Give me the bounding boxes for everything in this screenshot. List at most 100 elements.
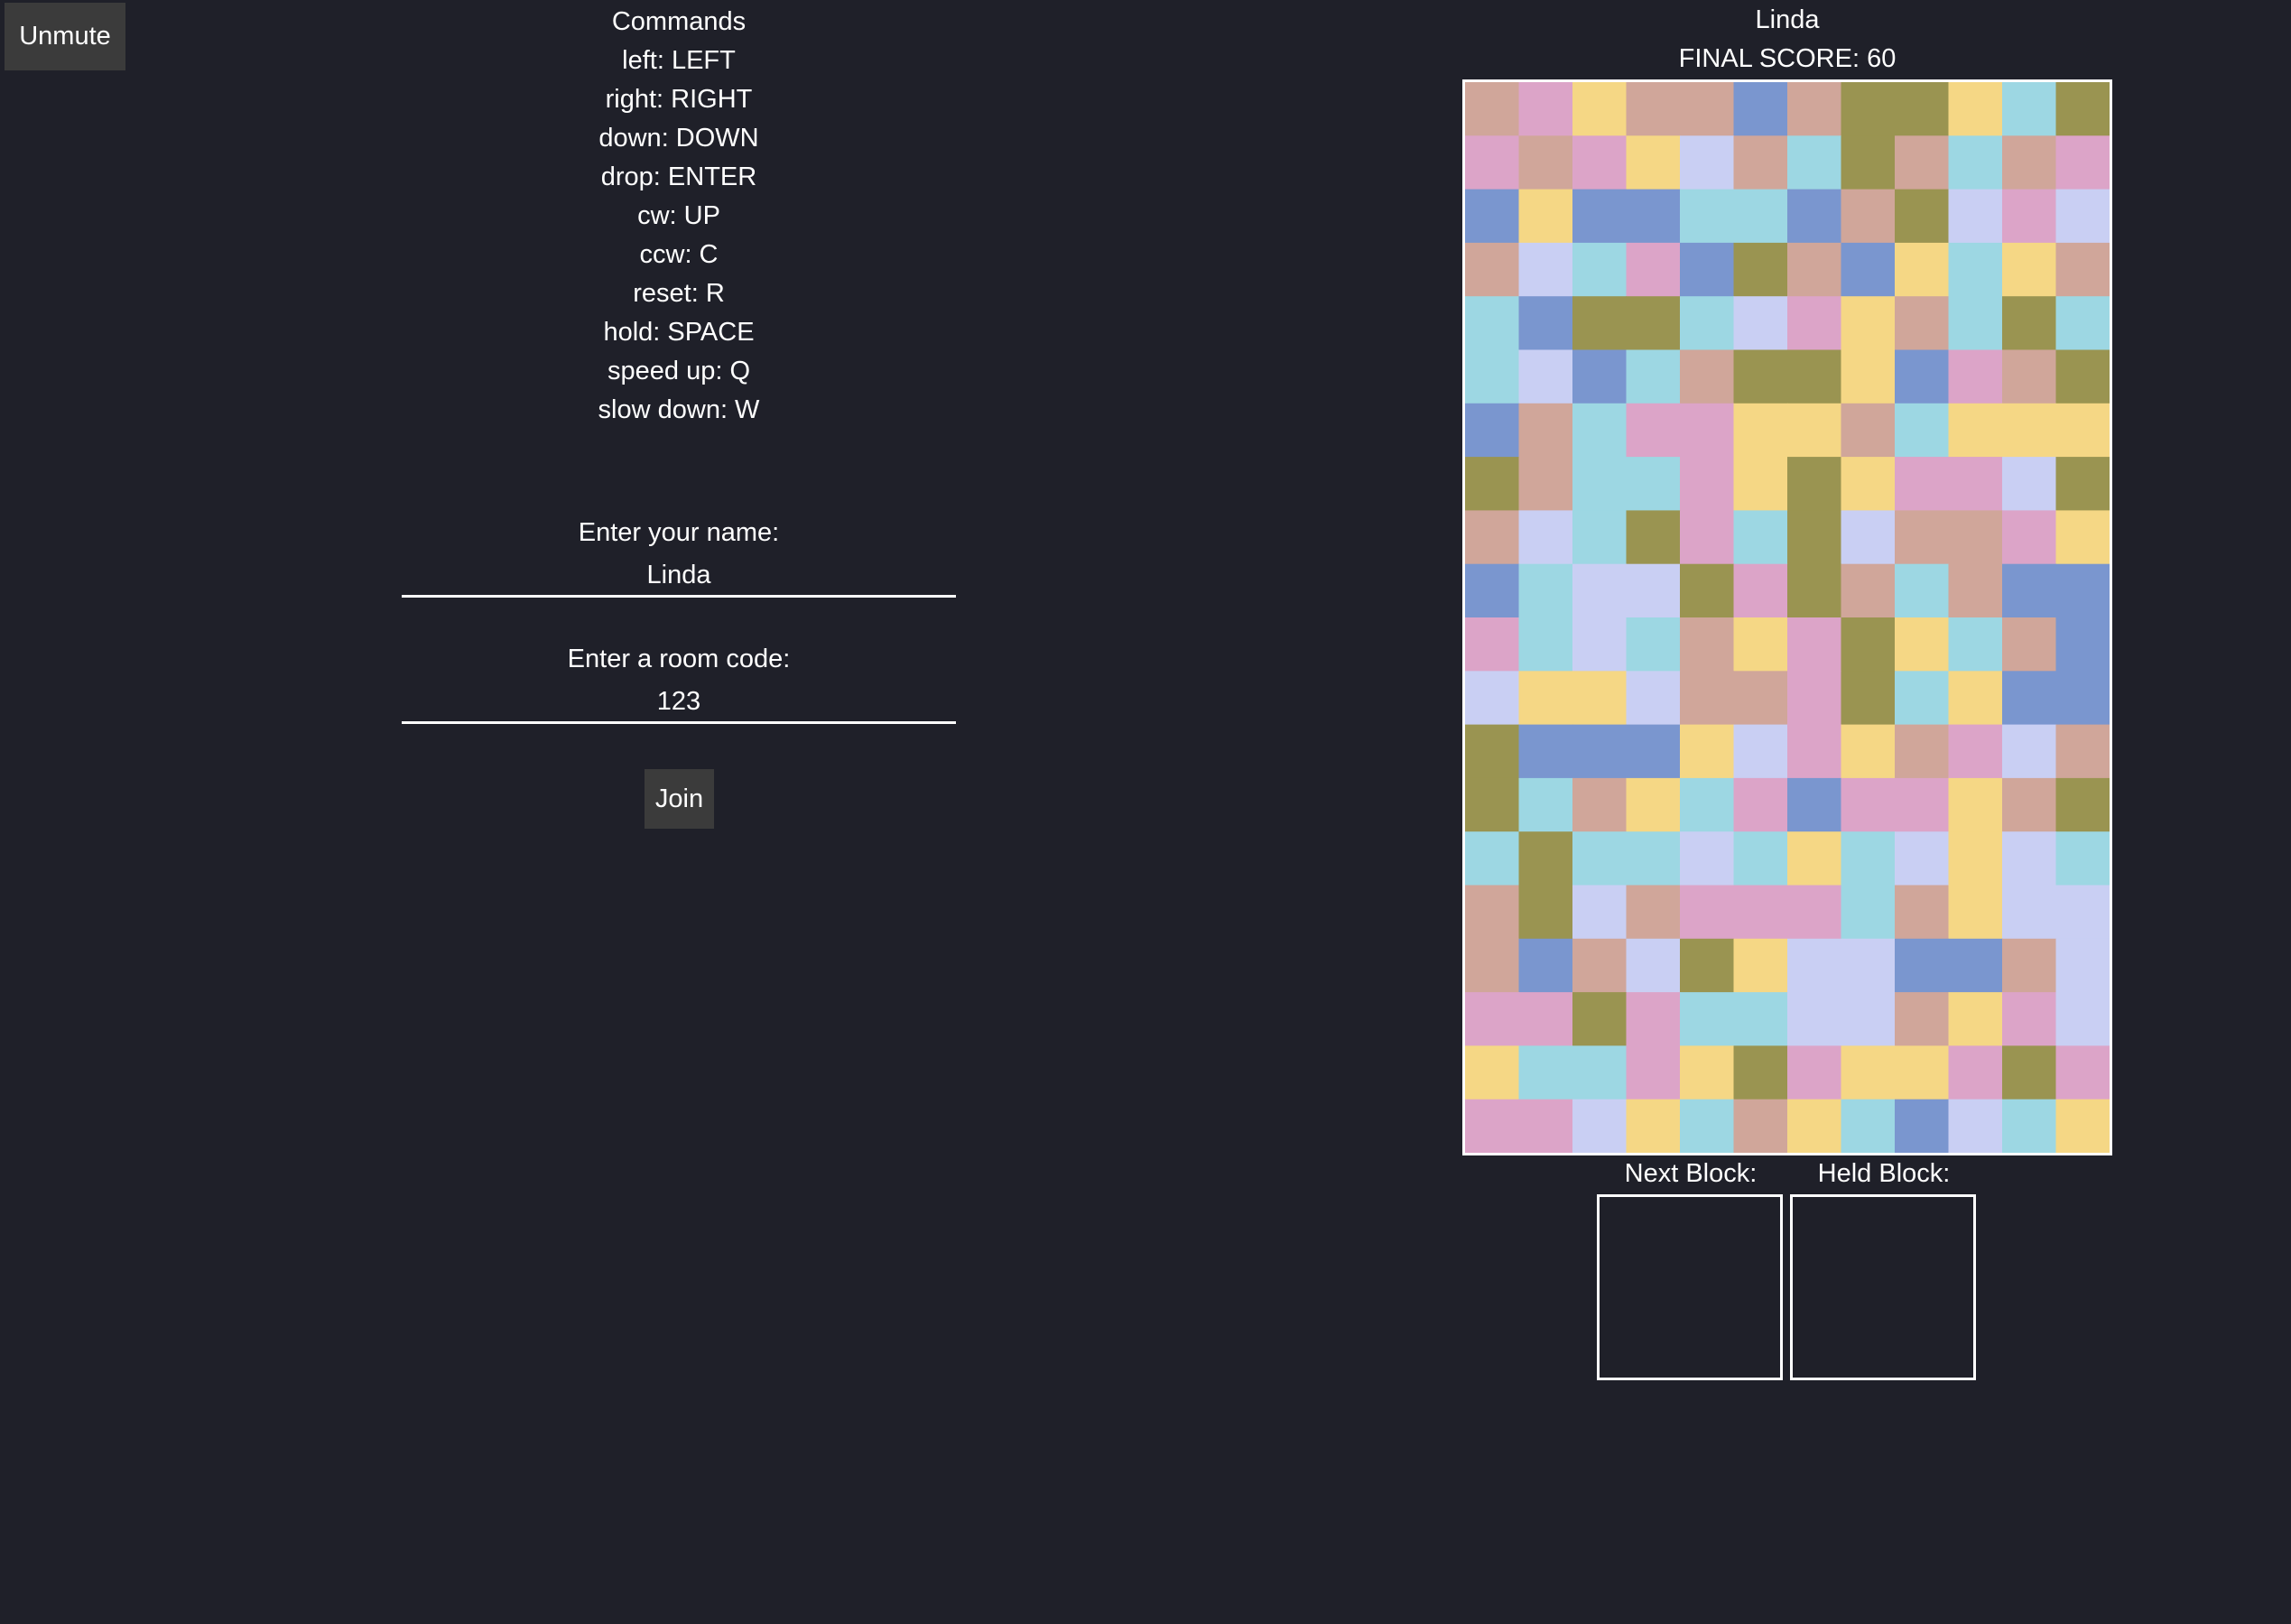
- board-cell: [1680, 563, 1735, 618]
- board-cell: [2002, 457, 2057, 511]
- board-cell: [1787, 777, 1842, 832]
- board-cell: [1518, 777, 1573, 832]
- board-cell: [1572, 457, 1628, 511]
- board-cell: [1733, 617, 1788, 672]
- board-cell: [1895, 349, 1950, 404]
- command-right: right: RIGHT: [605, 85, 753, 114]
- board-cell: [1465, 242, 1520, 297]
- board-cell: [1948, 135, 2003, 190]
- board-cell: [2055, 242, 2110, 297]
- board-cell: [1572, 992, 1628, 1046]
- board-cell: [2002, 563, 2057, 618]
- board-cell: [1626, 1045, 1681, 1100]
- board-cell: [1948, 1045, 2003, 1100]
- board-cell: [1518, 617, 1573, 672]
- join-button[interactable]: Join: [645, 769, 714, 829]
- board-cell: [2055, 510, 2110, 565]
- board-cell: [1572, 724, 1628, 779]
- board-cell: [1733, 777, 1788, 832]
- command-left: left: LEFT: [622, 46, 736, 75]
- board-cell: [1465, 885, 1520, 940]
- board-cell: [1518, 457, 1573, 511]
- board-cell: [1895, 510, 1950, 565]
- board-cell: [1841, 617, 1896, 672]
- board-cell: [2002, 831, 2057, 886]
- board-cell: [1518, 671, 1573, 726]
- board-cell: [1626, 135, 1681, 190]
- board-cell: [1895, 296, 1950, 351]
- board-cell: [1626, 724, 1681, 779]
- board-cell: [1572, 1099, 1628, 1153]
- command-hold: hold: SPACE: [603, 318, 755, 347]
- board-cell: [2055, 885, 2110, 940]
- board-cell: [1948, 296, 2003, 351]
- board-cell: [1680, 724, 1735, 779]
- board-cell: [2055, 617, 2110, 672]
- board-cell: [1841, 189, 1896, 244]
- board-cell: [1787, 510, 1842, 565]
- board-cell: [1518, 403, 1573, 458]
- board-cell: [1841, 135, 1896, 190]
- board-cell: [2002, 82, 2057, 136]
- commands-title: Commands: [611, 7, 747, 36]
- board-cell: [1572, 349, 1628, 404]
- board-cell: [1787, 885, 1842, 940]
- board-cell: [1680, 1099, 1735, 1153]
- board-cell: [2002, 403, 2057, 458]
- held-block-preview: [1790, 1194, 1976, 1380]
- board-cell: [1680, 457, 1735, 511]
- board-cell: [1572, 617, 1628, 672]
- board-cell: [1680, 349, 1735, 404]
- board-cell: [2055, 777, 2110, 832]
- board-cell: [2002, 349, 2057, 404]
- board-cell: [1787, 992, 1842, 1046]
- board-cell: [1787, 135, 1842, 190]
- board-cell: [1948, 349, 2003, 404]
- board-cell: [1948, 82, 2003, 136]
- board-cell: [1680, 617, 1735, 672]
- board-cell: [1895, 403, 1950, 458]
- board-cell: [1733, 135, 1788, 190]
- board-cell: [1626, 885, 1681, 940]
- board-cell: [1680, 510, 1735, 565]
- board-cell: [1787, 563, 1842, 618]
- unmute-button[interactable]: Unmute: [5, 3, 125, 70]
- board-cell: [2002, 1099, 2057, 1153]
- name-label: Enter your name:: [578, 518, 780, 547]
- board-cell: [1680, 403, 1735, 458]
- board-cell: [1787, 1099, 1842, 1153]
- board-cell: [1841, 296, 1896, 351]
- board-cell: [1787, 831, 1842, 886]
- board-cell: [1948, 938, 2003, 993]
- board-cell: [2055, 189, 2110, 244]
- board-cell: [1465, 1045, 1520, 1100]
- board-cell: [1948, 831, 2003, 886]
- board-cell: [2002, 777, 2057, 832]
- board-cell: [1841, 831, 1896, 886]
- board-cell: [1948, 510, 2003, 565]
- board-cell: [1895, 992, 1950, 1046]
- board-cell: [1572, 296, 1628, 351]
- board-cell: [1733, 938, 1788, 993]
- board-cell: [1841, 82, 1896, 136]
- board-cell: [1895, 1099, 1950, 1153]
- board-cell: [1626, 1099, 1681, 1153]
- board-cell: [1680, 135, 1735, 190]
- board-cell: [2002, 938, 2057, 993]
- board-cell: [2055, 563, 2110, 618]
- board-cell: [1841, 457, 1896, 511]
- board-cell: [2055, 1045, 2110, 1100]
- board-cell: [1465, 1099, 1520, 1153]
- board-cell: [1895, 724, 1950, 779]
- board-cell: [1518, 1099, 1573, 1153]
- board-cell: [2055, 671, 2110, 726]
- board-cell: [2002, 885, 2057, 940]
- name-input[interactable]: [402, 556, 956, 598]
- board-cell: [2002, 992, 2057, 1046]
- board-cell: [1572, 510, 1628, 565]
- board-cell: [1841, 885, 1896, 940]
- board-cell: [1518, 831, 1573, 886]
- board-cell: [1895, 617, 1950, 672]
- board-cell: [1733, 1099, 1788, 1153]
- room-code-input[interactable]: [402, 682, 956, 724]
